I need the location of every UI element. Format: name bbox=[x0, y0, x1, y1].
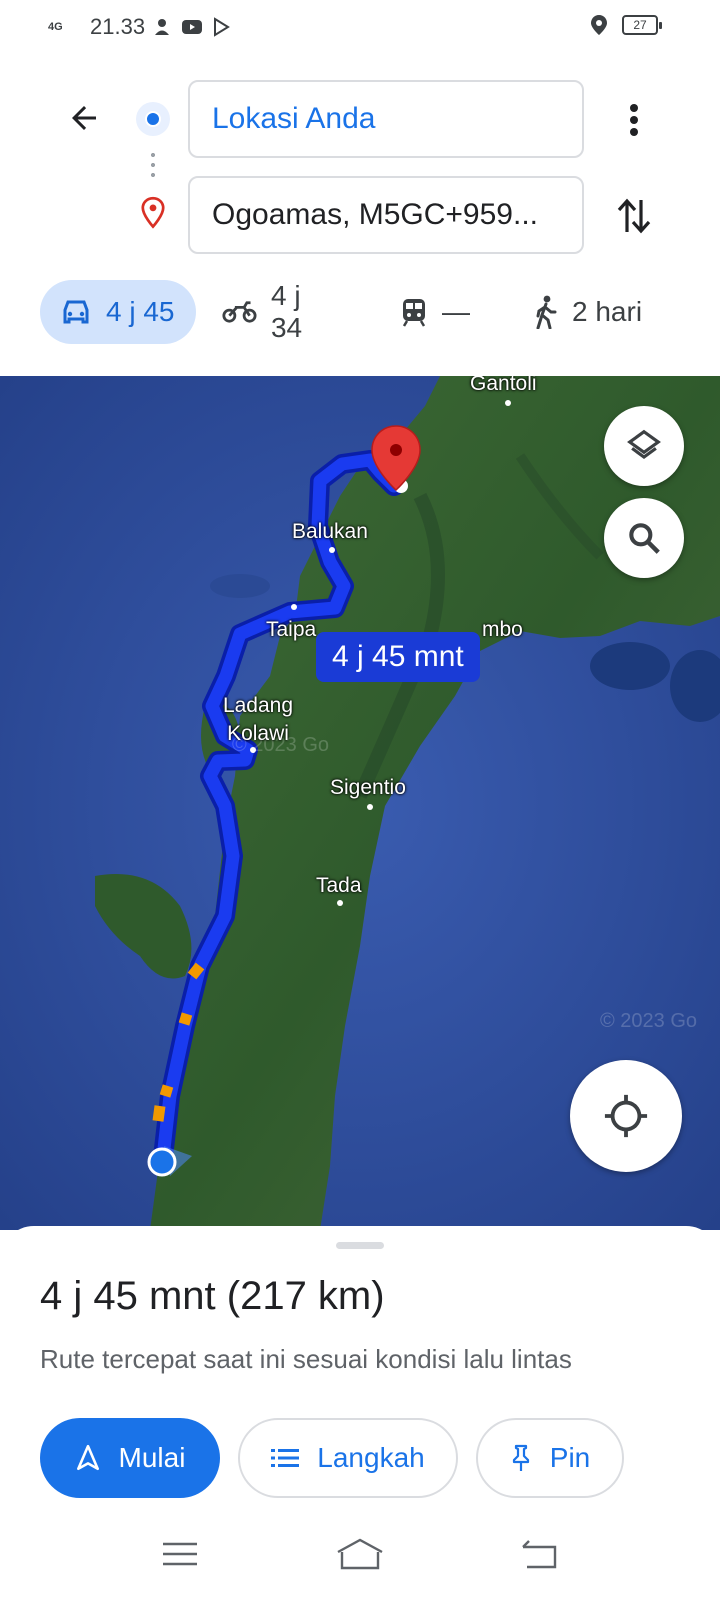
map-watermark: © 2023 Go bbox=[600, 1010, 698, 1032]
start-navigation-button[interactable]: Mulai bbox=[40, 1418, 220, 1498]
start-label: Mulai bbox=[118, 1442, 186, 1473]
swap-button[interactable] bbox=[610, 192, 658, 240]
mode-tab-transit[interactable]: — bbox=[380, 280, 500, 344]
play-store-icon bbox=[214, 17, 230, 37]
place-label: Balukan bbox=[292, 520, 368, 543]
place-dot bbox=[337, 900, 343, 906]
origin-marker-icon bbox=[136, 102, 170, 136]
back-nav-button[interactable] bbox=[510, 1534, 570, 1574]
mode-time-transit: — bbox=[442, 296, 470, 327]
location-icon bbox=[591, 15, 607, 35]
search-button[interactable] bbox=[604, 498, 684, 578]
swap-vert-icon bbox=[617, 198, 651, 234]
destination-field[interactable]: Ogoamas, M5GC+959... bbox=[188, 176, 584, 254]
place-label: Sigentio bbox=[330, 776, 406, 799]
back-button[interactable] bbox=[60, 94, 108, 142]
menu-icon bbox=[163, 1542, 197, 1566]
status-bar: 4G 21.33 27 bbox=[0, 0, 720, 56]
place-label: mbo bbox=[482, 618, 523, 641]
home-nav-button[interactable] bbox=[330, 1534, 390, 1574]
list-icon bbox=[271, 1449, 300, 1467]
place-dot bbox=[250, 747, 256, 753]
my-location-icon bbox=[604, 1094, 648, 1138]
car-icon bbox=[63, 300, 89, 324]
steps-label: Langkah bbox=[317, 1442, 425, 1473]
train-icon bbox=[402, 299, 426, 327]
route-description: Rute tercepat saat ini sesuai kondisi la… bbox=[40, 1344, 572, 1374]
more-options-button[interactable] bbox=[610, 96, 658, 144]
mode-time-walking: 2 hari bbox=[572, 296, 643, 327]
status-time: 21.33 bbox=[90, 14, 146, 39]
place-label: Ladang Kolawi bbox=[222, 694, 294, 745]
place-dot bbox=[505, 400, 511, 406]
sheet-drag-handle[interactable] bbox=[336, 1242, 384, 1249]
place-label: Gantoli bbox=[470, 376, 537, 395]
origin-field[interactable]: Lokasi Anda bbox=[188, 80, 584, 158]
route-connector bbox=[151, 150, 155, 180]
pin-label: Pin bbox=[549, 1442, 591, 1473]
layers-icon bbox=[627, 429, 661, 460]
map-view[interactable]: © 2023 Go © 2023 Go Gantoli Balukan Taip… bbox=[0, 376, 720, 1230]
layers-button[interactable] bbox=[604, 406, 684, 486]
place-label: Taipa bbox=[266, 618, 317, 641]
mode-time-motorcycle: 4 j 34 bbox=[270, 280, 303, 343]
person-add-icon bbox=[155, 19, 170, 35]
route-summary: 4 j 45 mnt (217 km) bbox=[40, 1274, 385, 1318]
home-icon bbox=[337, 1538, 383, 1570]
search-icon bbox=[629, 523, 660, 554]
pin-button[interactable]: Pin bbox=[476, 1418, 624, 1498]
mode-tab-walking[interactable]: 2 hari bbox=[514, 280, 680, 344]
menu-nav-button[interactable] bbox=[150, 1534, 210, 1574]
mode-time-car: 4 j 45 bbox=[106, 296, 175, 327]
youtube-icon bbox=[182, 20, 203, 34]
mode-tab-car[interactable]: 4 j 45 bbox=[40, 280, 196, 344]
network-indicator: 4G bbox=[48, 20, 63, 33]
my-location-button[interactable] bbox=[570, 1060, 682, 1172]
route-duration-label[interactable]: 4 j 45 mnt bbox=[316, 632, 480, 682]
more-vert-icon bbox=[630, 104, 638, 136]
battery-icon: 27 bbox=[622, 15, 662, 35]
arrow-back-icon bbox=[72, 106, 96, 130]
travel-mode-tabs: 4 j 45 4 j 34 — 2 hari bbox=[40, 280, 680, 344]
destination-pin-icon bbox=[141, 196, 165, 229]
steps-button[interactable]: Langkah bbox=[238, 1418, 458, 1498]
place-label: Tada bbox=[316, 874, 362, 897]
walking-icon bbox=[536, 295, 557, 329]
pin-icon bbox=[512, 1444, 529, 1471]
mode-tab-motorcycle[interactable]: 4 j 34 bbox=[202, 280, 354, 344]
place-dot bbox=[291, 604, 297, 610]
navigation-icon bbox=[76, 1444, 99, 1471]
system-navigation-bar bbox=[0, 1524, 720, 1600]
place-dot bbox=[329, 547, 335, 553]
back-nav-icon bbox=[522, 1540, 557, 1569]
motorcycle-icon bbox=[222, 301, 257, 323]
place-dot bbox=[367, 804, 373, 810]
